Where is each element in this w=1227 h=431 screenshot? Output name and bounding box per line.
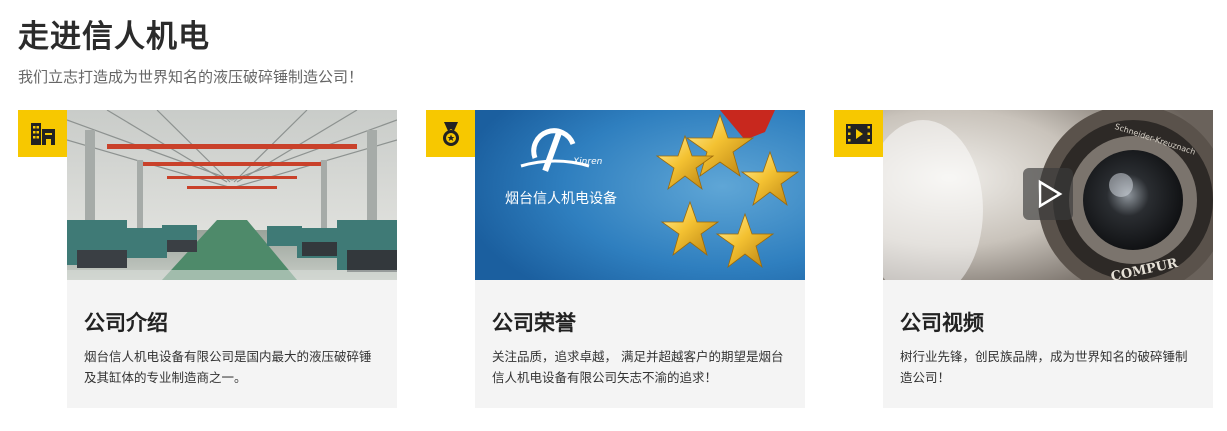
- card-body: 公司视频 树行业先锋，创民族品牌，成为世界知名的破碎锤制造公司！: [883, 280, 1213, 408]
- logo-brand-text: Xinren: [572, 157, 603, 167]
- card-title[interactable]: 公司荣誉: [492, 308, 576, 338]
- factory-floor-photo[interactable]: [67, 110, 397, 280]
- film-icon: [834, 110, 883, 157]
- card-title[interactable]: 公司介绍: [84, 308, 168, 338]
- building-icon: [18, 110, 67, 157]
- honor-stars-photo[interactable]: Xinren 烟台信人机电设备: [475, 110, 805, 280]
- card-company-honors[interactable]: Xinren 烟台信人机电设备 公司荣誉 关注品质，追求卓越， 满足并超越客户的…: [426, 110, 805, 408]
- card-company-video[interactable]: Schneider-Kreuznach COMPUR 公司视频 树行业先锋，创民…: [834, 110, 1213, 408]
- logo-caption-text: 烟台信人机电设备: [505, 190, 617, 207]
- section-title: 走进信人机电: [18, 19, 210, 55]
- card-description: 关注品质，追求卓越， 满足并超越客户的期望是烟台信人机电设备有限公司矢志不渝的追…: [492, 349, 784, 385]
- card-description: 烟台信人机电设备有限公司是国内最大的液压破碎锤及其缸体的专业制造商之一。: [84, 349, 372, 385]
- card-description: 树行业先锋，创民族品牌，成为世界知名的破碎锤制造公司！: [900, 349, 1188, 385]
- play-button[interactable]: [1023, 168, 1073, 220]
- card-body: 公司荣誉 关注品质，追求卓越， 满足并超越客户的期望是烟台信人机电设备有限公司矢…: [475, 280, 805, 408]
- medal-icon: [426, 110, 475, 157]
- card-company-intro[interactable]: 公司介绍 烟台信人机电设备有限公司是国内最大的液压破碎锤及其缸体的专业制造商之一…: [18, 110, 397, 408]
- card-body: 公司介绍 烟台信人机电设备有限公司是国内最大的液压破碎锤及其缸体的专业制造商之一…: [67, 280, 397, 408]
- camera-lens-photo[interactable]: Schneider-Kreuznach COMPUR: [883, 110, 1213, 280]
- card-title[interactable]: 公司视频: [900, 308, 984, 338]
- section-subtitle: 我们立志打造成为世界知名的液压破碎锤制造公司！: [18, 68, 364, 86]
